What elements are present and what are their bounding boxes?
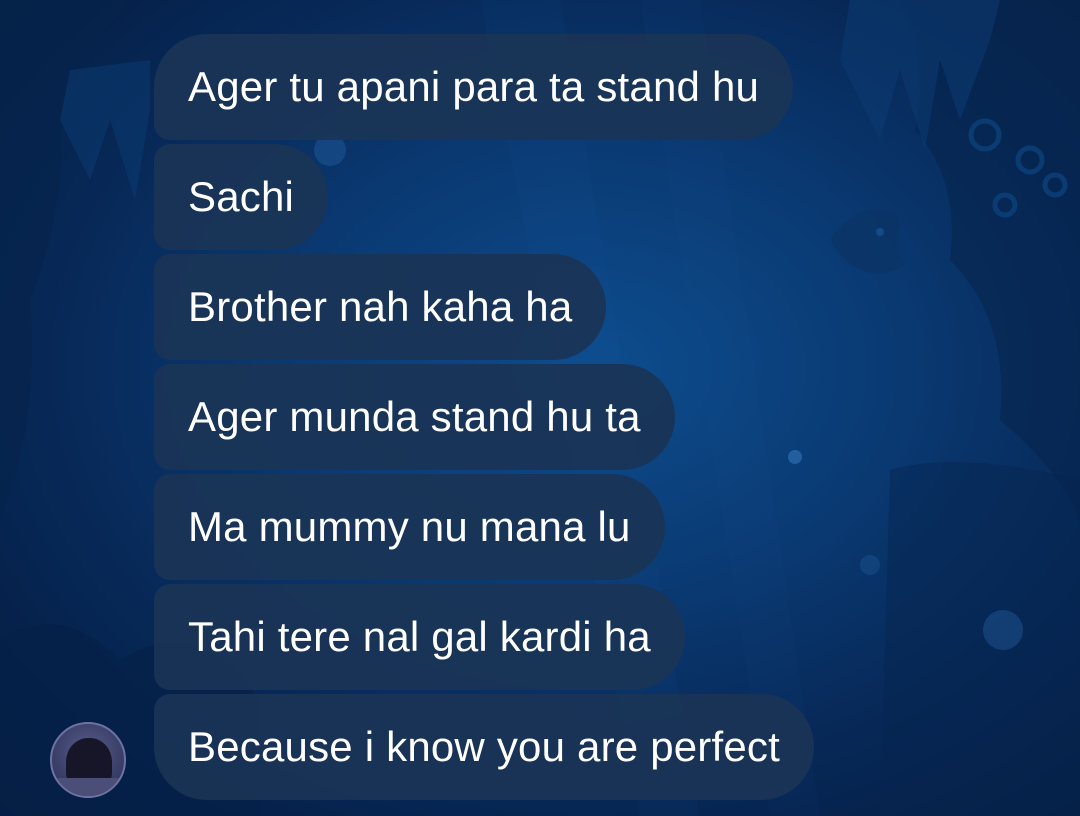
message-bubble[interactable]: Sachi [154, 144, 329, 250]
message-text: Ma mummy nu mana lu [188, 503, 631, 550]
chat-thread: Ager tu apani para ta stand hu Sachi Bro… [0, 0, 1080, 816]
message-bubble[interactable]: Brother nah kaha ha [154, 254, 607, 360]
avatar-base [52, 778, 124, 796]
message-bubble[interactable]: Tahi tere nal gal kardi ha [154, 584, 685, 690]
message-bubble[interactable]: Because i know you are perfect [154, 694, 814, 800]
message-text: Tahi tere nal gal kardi ha [188, 613, 651, 660]
message-text: Because i know you are perfect [188, 723, 780, 770]
message-bubble[interactable]: Ager munda stand hu ta [154, 364, 675, 470]
message-bubble[interactable]: Ma mummy nu mana lu [154, 474, 665, 580]
message-text: Ager tu apani para ta stand hu [188, 63, 760, 110]
message-bubble[interactable]: Ager tu apani para ta stand hu [154, 34, 794, 140]
sender-avatar[interactable] [50, 722, 126, 798]
message-text: Sachi [188, 173, 295, 220]
message-text: Ager munda stand hu ta [188, 393, 641, 440]
message-text: Brother nah kaha ha [188, 283, 573, 330]
